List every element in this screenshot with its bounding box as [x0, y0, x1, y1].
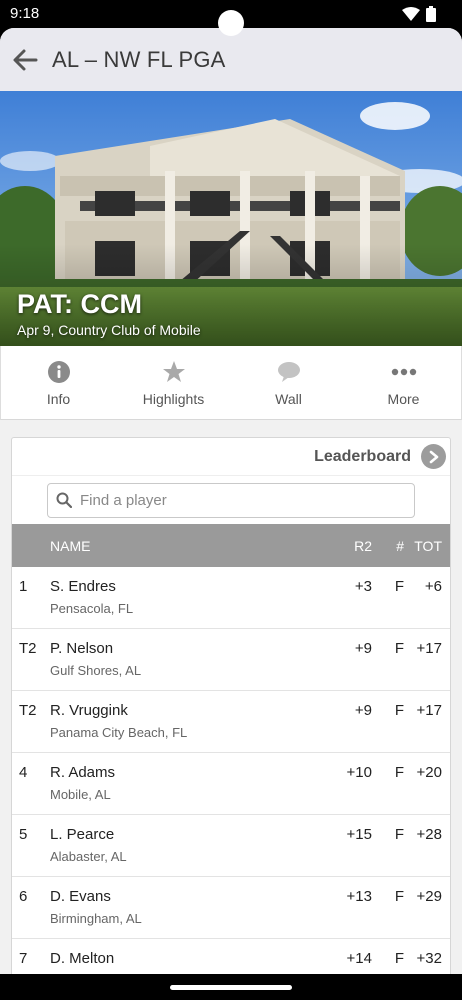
leaderboard-card: Leaderboard NAME R2 # TOT 1 S. Endres Pe… [11, 437, 451, 974]
tab-wall[interactable]: Wall [231, 346, 346, 419]
col-thru[interactable]: # [372, 538, 404, 554]
player-name: R. Adams [50, 764, 116, 781]
info-icon [46, 359, 72, 385]
player-total: +17 [416, 640, 442, 657]
player-cell: R. Adams Mobile, AL [50, 764, 322, 802]
player-total: +29 [416, 888, 442, 905]
back-arrow-icon[interactable] [10, 45, 40, 75]
tab-wall-label: Wall [275, 390, 302, 407]
table-row[interactable]: T2 R. Vruggink Panama City Beach, FL +9 … [12, 691, 450, 753]
player-location: Gulf Shores, AL [50, 663, 142, 678]
player-cell: P. Nelson Gulf Shores, AL [50, 640, 322, 678]
status-icons [402, 6, 436, 22]
table-row[interactable]: 5 L. Pearce Alabaster, AL +15 F +28 [12, 815, 450, 877]
player-position: T2 [19, 702, 37, 719]
player-cell: R. Vruggink Panama City Beach, FL [50, 702, 322, 740]
col-round[interactable]: R2 [322, 538, 372, 554]
player-name: P. Nelson [50, 640, 114, 657]
player-thru: F [394, 826, 404, 843]
player-position: 6 [19, 888, 28, 905]
event-hero-image: PAT: CCM Apr 9, Country Club of Mobile [0, 91, 462, 346]
player-round-score: +14 [346, 950, 372, 967]
camera-cutout [218, 10, 244, 36]
player-cell: D. Evans Birmingham, AL [50, 888, 322, 926]
tab-highlights-label: Highlights [142, 390, 205, 407]
player-total: +32 [416, 950, 442, 967]
table-row[interactable]: 1 S. Endres Pensacola, FL +3 F +6 [12, 567, 450, 629]
chevron-right-icon[interactable] [421, 444, 446, 469]
wifi-icon [402, 7, 420, 21]
player-position: 4 [19, 764, 28, 781]
player-thru: F [394, 640, 404, 657]
leaderboard-column-header: NAME R2 # TOT [12, 524, 450, 567]
player-total: +20 [416, 764, 442, 781]
leaderboard-title: Leaderboard [314, 447, 411, 465]
player-round-score: +15 [346, 826, 372, 843]
player-round-score: +13 [346, 888, 372, 905]
player-total: +28 [416, 826, 442, 843]
player-thru: F [394, 702, 404, 719]
tab-bar: Info Highlights Wall More [0, 346, 462, 420]
player-name: D. Evans [50, 888, 111, 905]
player-round-score: +10 [346, 764, 372, 781]
app-screen: AL – NW FL PGA PAT: CCM Apr 9, Country C… [0, 28, 462, 974]
more-dots-icon [391, 359, 417, 385]
col-name[interactable]: NAME [50, 538, 322, 554]
search-area [12, 476, 450, 524]
player-location: Panama City Beach, FL [50, 725, 188, 740]
player-total: +6 [424, 578, 442, 595]
page-title: AL – NW FL PGA [52, 46, 226, 72]
search-box[interactable] [47, 482, 415, 518]
player-cell: D. Melton [50, 950, 322, 973]
table-row[interactable]: 6 D. Evans Birmingham, AL +13 F +29 [12, 877, 450, 939]
tab-info-label: Info [46, 390, 71, 407]
col-total[interactable]: TOT [404, 538, 450, 554]
speech-bubble-icon [276, 359, 302, 385]
tab-info[interactable]: Info [1, 346, 116, 419]
player-location: Pensacola, FL [50, 601, 134, 616]
player-cell: S. Endres Pensacola, FL [50, 578, 322, 616]
player-thru: F [394, 764, 404, 781]
search-icon [56, 492, 72, 508]
player-cell: L. Pearce Alabaster, AL [50, 826, 322, 864]
player-name: S. Endres [50, 578, 116, 595]
player-position: T2 [19, 640, 37, 657]
table-row[interactable]: 4 R. Adams Mobile, AL +10 F +20 [12, 753, 450, 815]
player-name: R. Vruggink [50, 702, 128, 719]
player-position: 1 [19, 578, 28, 595]
battery-icon [426, 6, 436, 22]
event-subtitle: Apr 9, Country Club of Mobile [17, 322, 201, 338]
event-title: PAT: CCM [17, 289, 142, 319]
player-thru: F [394, 950, 404, 967]
player-round-score: +9 [354, 702, 372, 719]
status-time: 9:18 [10, 5, 40, 22]
star-icon [161, 359, 187, 385]
home-gesture-pill[interactable] [170, 985, 292, 990]
player-name: L. Pearce [50, 826, 115, 843]
player-round-score: +3 [354, 578, 372, 595]
tab-more[interactable]: More [346, 346, 461, 419]
tab-highlights[interactable]: Highlights [116, 346, 231, 419]
search-input[interactable] [80, 491, 380, 509]
player-location: Mobile, AL [50, 787, 111, 802]
app-bar: AL – NW FL PGA [0, 28, 462, 91]
player-total: +17 [416, 702, 442, 719]
player-location: Alabaster, AL [50, 849, 127, 864]
status-bar: 9:18 [0, 0, 462, 36]
table-row[interactable]: T2 P. Nelson Gulf Shores, AL +9 F +17 [12, 629, 450, 691]
player-thru: F [394, 578, 404, 595]
leaderboard-header[interactable]: Leaderboard [12, 438, 450, 476]
player-round-score: +9 [354, 640, 372, 657]
player-thru: F [394, 888, 404, 905]
table-row[interactable]: 7 D. Melton +14 F +32 [12, 939, 450, 974]
player-position: 7 [19, 950, 28, 967]
player-position: 5 [19, 826, 28, 843]
tab-more-label: More [387, 390, 420, 407]
system-nav-bar [0, 974, 462, 1000]
player-name: D. Melton [50, 950, 115, 967]
player-location: Birmingham, AL [50, 911, 142, 926]
